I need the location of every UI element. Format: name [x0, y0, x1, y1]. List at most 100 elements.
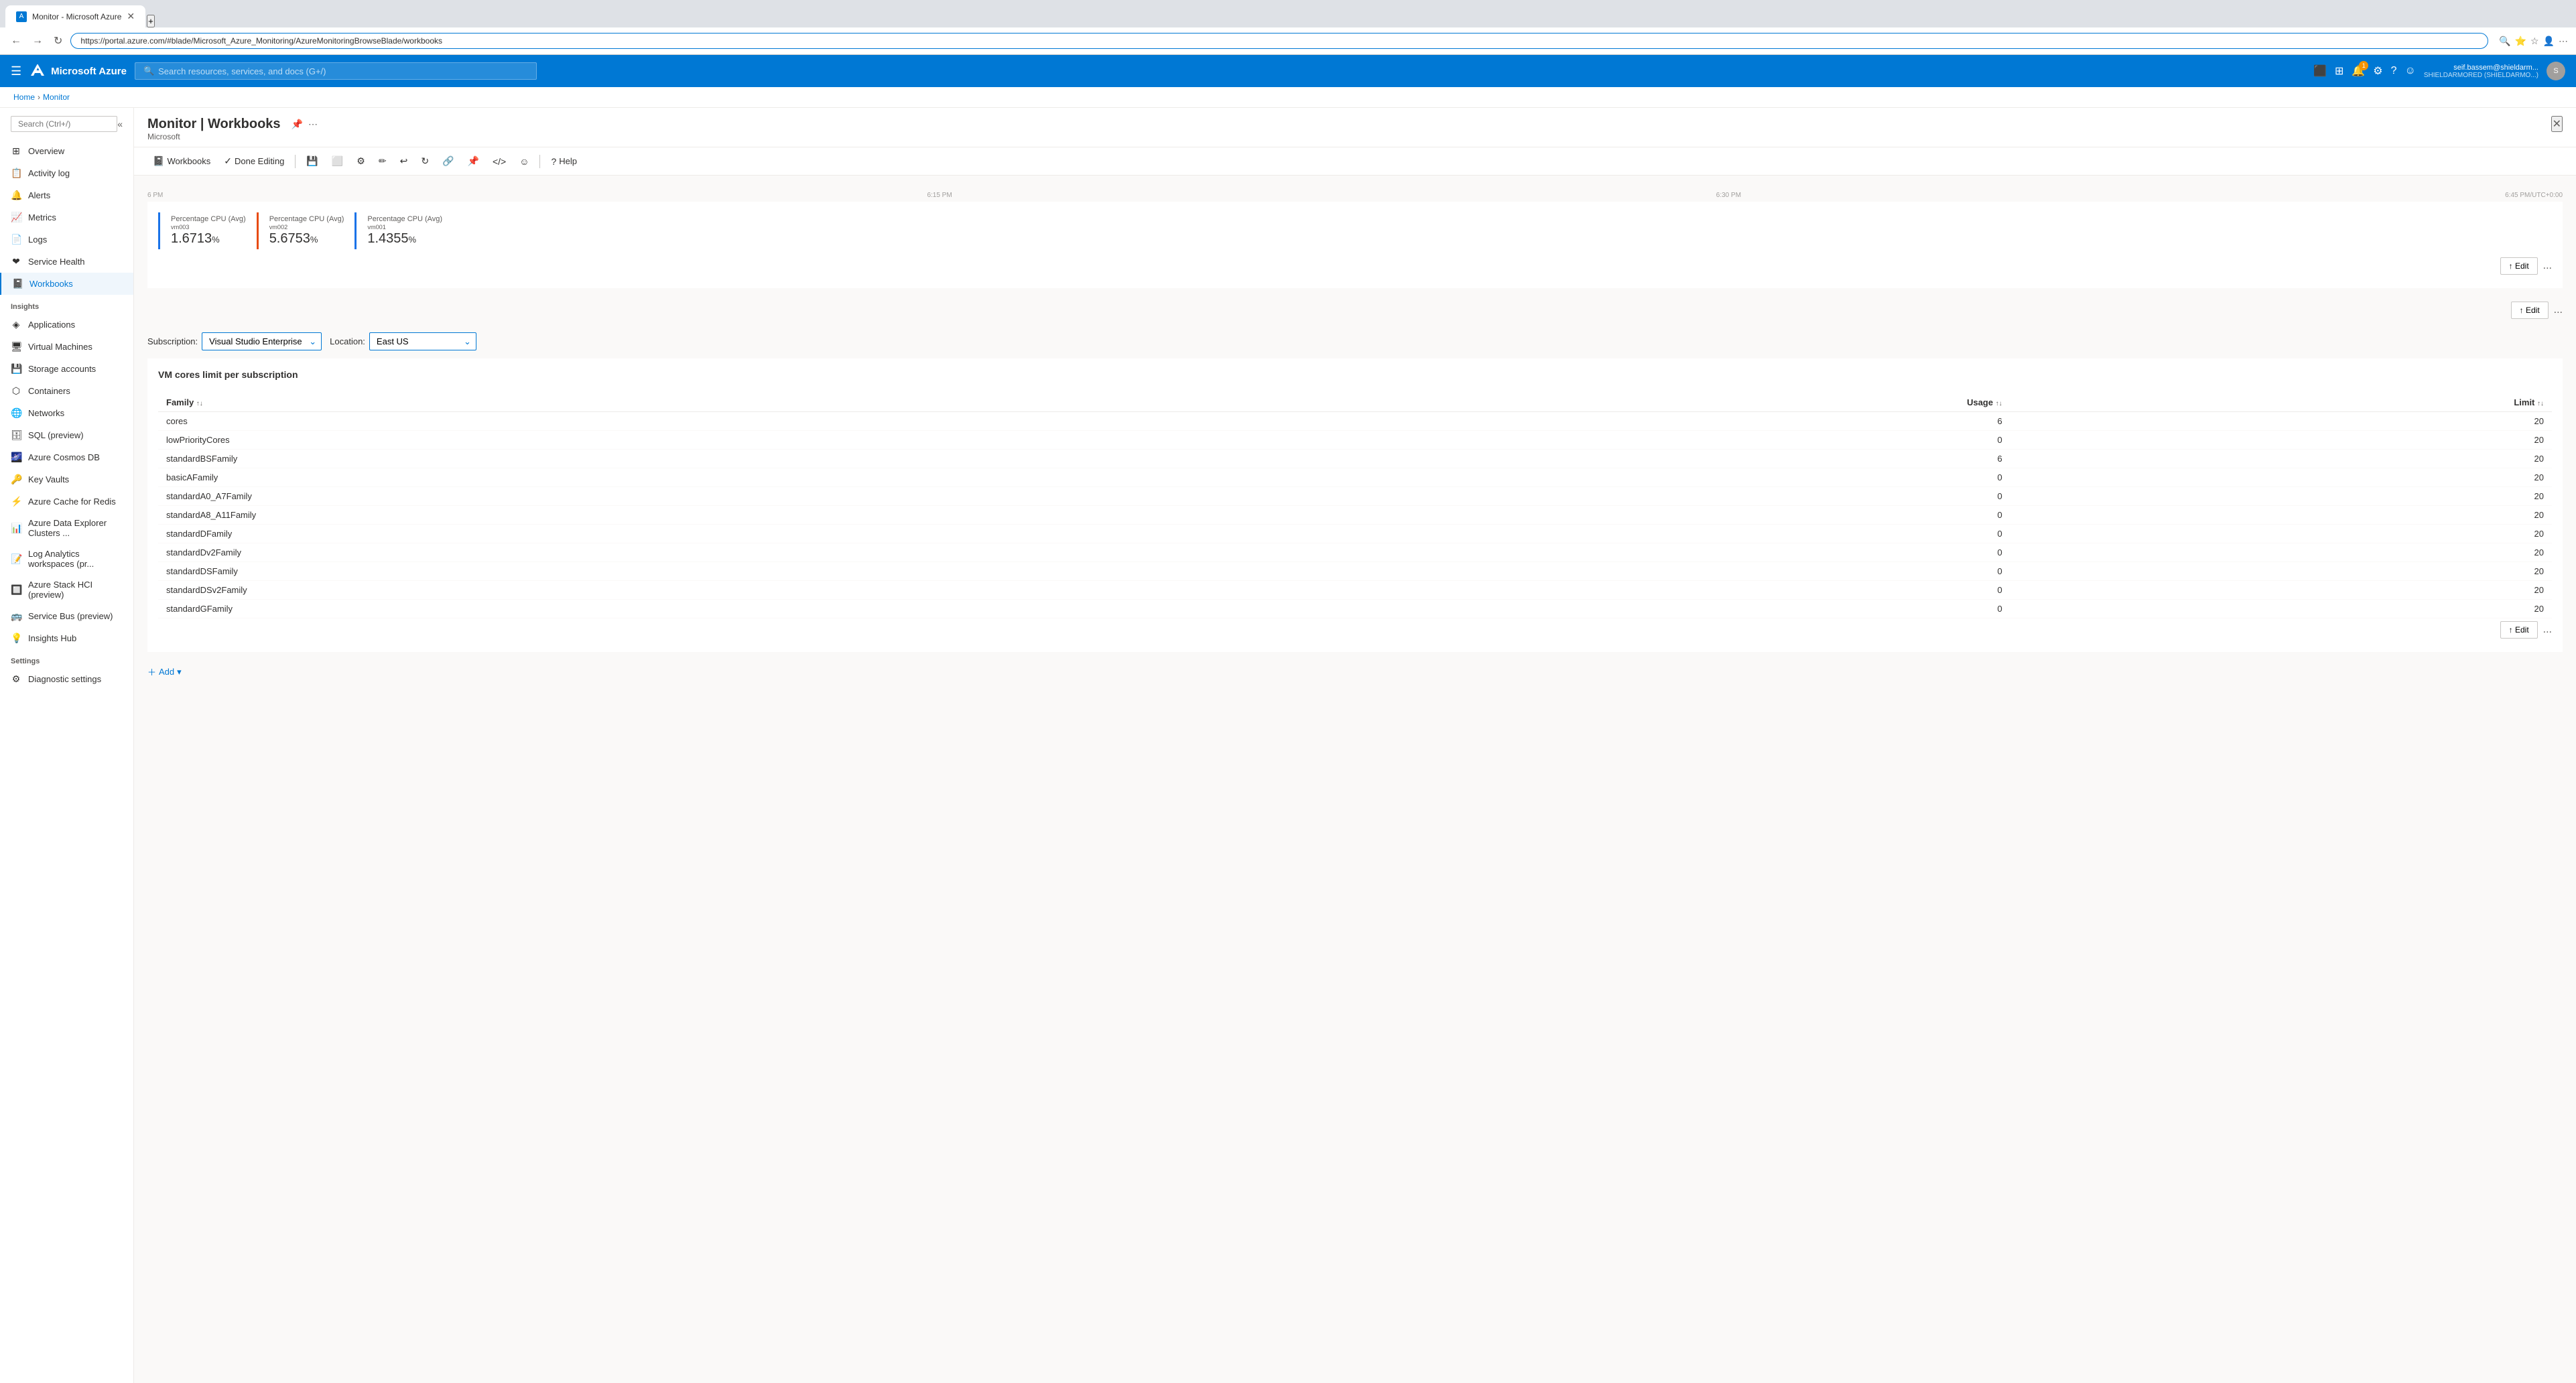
chevron-down-icon: ▾ [177, 667, 182, 677]
search-icon-btn[interactable]: 🔍 [2499, 36, 2510, 47]
pin-icon[interactable]: 📌 [292, 119, 303, 130]
toolbar-settings[interactable]: ⚙ [351, 153, 371, 170]
add-label: Add [159, 667, 174, 677]
address-input[interactable] [70, 33, 2488, 49]
toolbar-gallery[interactable]: ⬜ [326, 153, 348, 170]
sidebar-item-azure-stack-hci[interactable]: 🔲 Azure Stack HCI (preview) [0, 574, 133, 605]
global-search[interactable]: 🔍 [135, 62, 537, 80]
sidebar-item-activity-log[interactable]: 📋 Activity log [0, 162, 133, 184]
sidebar-item-virtual-machines[interactable]: 🖥 Virtual Machines [0, 336, 133, 358]
forward-button[interactable]: → [29, 32, 46, 50]
toolbar-workbooks[interactable]: 📓 Workbooks [147, 153, 216, 170]
azure-logo-icon [29, 63, 46, 79]
favorites-btn[interactable]: ☆ [2530, 36, 2539, 47]
cell-usage: 6 [1406, 450, 2010, 468]
tab-close-button[interactable]: ✕ [127, 11, 135, 22]
sidebar-label-applications: Applications [28, 320, 75, 330]
user-avatar[interactable]: S [2547, 62, 2565, 80]
filters-edit-button[interactable]: ↑ Edit [2511, 302, 2549, 319]
table-row: standardDFamily 0 20 [158, 525, 2552, 543]
toolbar-help[interactable]: ? Help [545, 153, 582, 170]
toolbar-edit-pencil[interactable]: ✏ [373, 153, 392, 170]
sidebar-item-key-vaults[interactable]: 🔑 Key Vaults [0, 468, 133, 490]
cell-limit: 20 [2010, 506, 2552, 525]
back-button[interactable]: ← [8, 32, 24, 50]
toolbar-share[interactable]: 🔗 [437, 153, 459, 170]
sidebar-item-networks[interactable]: 🌐 Networks [0, 402, 133, 424]
sidebar-item-service-bus[interactable]: 🚌 Service Bus (preview) [0, 605, 133, 627]
sidebar-item-log-analytics[interactable]: 📝 Log Analytics workspaces (pr... [0, 543, 133, 574]
azure-logo: Microsoft Azure [29, 63, 127, 79]
toolbar-done-editing[interactable]: ✓ Done Editing [218, 153, 289, 170]
filters-more-button[interactable]: ... [2554, 304, 2563, 316]
col-limit[interactable]: Limit ↑↓ [2010, 393, 2552, 412]
notifications-icon[interactable]: 🔔 1 [2352, 64, 2365, 78]
hamburger-menu-button[interactable]: ☰ [11, 64, 21, 78]
feedback-icon[interactable]: ☺ [2405, 65, 2416, 77]
cell-family: cores [158, 412, 1406, 431]
add-button[interactable]: ＋ Add ▾ [147, 665, 182, 678]
help-icon[interactable]: ? [2391, 65, 2397, 77]
scroll-content[interactable]: 6 PM 6:15 PM 6:30 PM 6:45 PM/UTC+0:00 Pe… [134, 176, 2576, 1383]
extensions-btn[interactable]: ⭐ [2515, 36, 2526, 47]
cloud-shell-icon[interactable]: ⬛ [2313, 64, 2327, 78]
settings-icon[interactable]: ⚙ [2373, 64, 2382, 78]
sidebar-item-workbooks[interactable]: 📓 Workbooks [0, 273, 133, 295]
breadcrumb-monitor[interactable]: Monitor [43, 92, 70, 102]
search-input[interactable] [158, 66, 528, 76]
profile-btn[interactable]: 👤 [2543, 36, 2555, 47]
col-usage[interactable]: Usage ↑↓ [1406, 393, 2010, 412]
undo-icon: ↩ [400, 155, 408, 167]
breadcrumb-home[interactable]: Home [13, 92, 35, 102]
cell-family: standardDFamily [158, 525, 1406, 543]
toolbar-undo[interactable]: ↩ [395, 153, 413, 170]
directory-icon[interactable]: ⊞ [2335, 64, 2343, 78]
toolbar-save[interactable]: 💾 [301, 153, 323, 170]
new-tab-button[interactable]: + [147, 15, 155, 27]
cpu-edit-button[interactable]: ↑ Edit [2500, 257, 2538, 275]
sidebar-search-input[interactable] [11, 116, 117, 132]
ellipsis-icon[interactable]: ⋯ [308, 119, 318, 130]
col-family[interactable]: Family ↑↓ [158, 393, 1406, 412]
toolbar-emoji[interactable]: ☺ [514, 153, 534, 170]
log-analytics-icon: 📝 [11, 553, 21, 565]
location-select-wrap[interactable]: East US [369, 332, 476, 350]
sidebar-item-logs[interactable]: 📄 Logs [0, 228, 133, 251]
emoji-icon: ☺ [519, 156, 529, 167]
sidebar-item-service-health[interactable]: ❤ Service Health [0, 251, 133, 273]
sidebar-item-metrics[interactable]: 📈 Metrics [0, 206, 133, 228]
close-panel-button[interactable]: ✕ [2551, 116, 2563, 132]
sidebar-item-applications[interactable]: ◈ Applications [0, 314, 133, 336]
cpu-metric-vm001: Percentage CPU (Avg)vm001 1.4355% [355, 212, 453, 249]
cpu-more-button[interactable]: ... [2543, 260, 2552, 272]
location-select[interactable]: East US [369, 332, 476, 350]
virtual-machines-icon: 🖥 [11, 341, 21, 352]
browser-tab-title: Monitor - Microsoft Azure [32, 12, 121, 21]
toolbar-pin[interactable]: 📌 [462, 153, 485, 170]
toolbar-refresh[interactable]: ↻ [415, 153, 434, 170]
toolbar-code[interactable]: </> [487, 153, 511, 170]
cosmos-db-icon: 🌌 [11, 452, 21, 463]
table-more-button[interactable]: ... [2543, 624, 2552, 636]
subscription-select-wrap[interactable]: Visual Studio Enterprise [202, 332, 322, 350]
more-tools-btn[interactable]: ⋯ [2559, 36, 2568, 47]
applications-icon: ◈ [11, 319, 21, 330]
browser-tab-active[interactable]: A Monitor - Microsoft Azure ✕ [5, 5, 145, 27]
sidebar-item-diagnostic-settings[interactable]: ⚙ Diagnostic settings [0, 668, 133, 690]
sidebar-item-cosmos-db[interactable]: 🌌 Azure Cosmos DB [0, 446, 133, 468]
sidebar-item-overview[interactable]: ⊞ Overview [0, 140, 133, 162]
sidebar-item-azure-cache-redis[interactable]: ⚡ Azure Cache for Redis [0, 490, 133, 513]
sidebar-item-insights-hub[interactable]: 💡 Insights Hub [0, 627, 133, 649]
sidebar-item-alerts[interactable]: 🔔 Alerts [0, 184, 133, 206]
sidebar-collapse-button[interactable]: « [117, 119, 123, 129]
sidebar-item-azure-data-explorer[interactable]: 📊 Azure Data Explorer Clusters ... [0, 513, 133, 543]
cell-usage: 0 [1406, 487, 2010, 506]
sidebar-item-sql[interactable]: 🗄 SQL (preview) [0, 424, 133, 446]
reload-button[interactable]: ↻ [51, 31, 65, 50]
table-edit-button[interactable]: ↑ Edit [2500, 621, 2538, 639]
sidebar-item-storage-accounts[interactable]: 💾 Storage accounts [0, 358, 133, 380]
sidebar-item-containers[interactable]: ⬡ Containers [0, 380, 133, 402]
subscription-select[interactable]: Visual Studio Enterprise [202, 332, 322, 350]
containers-icon: ⬡ [11, 385, 21, 397]
sidebar-label-cosmos-db: Azure Cosmos DB [28, 452, 100, 462]
